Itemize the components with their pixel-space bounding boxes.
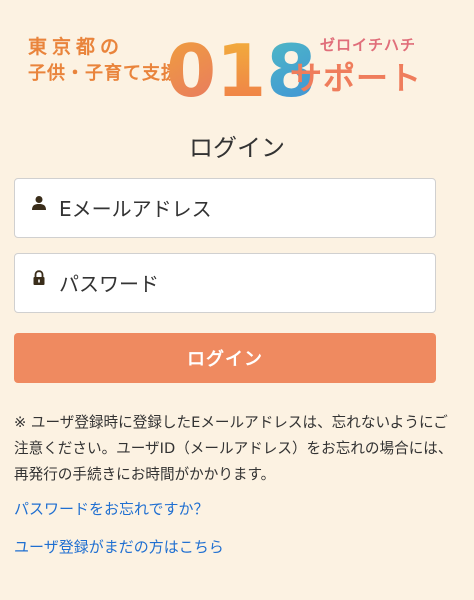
- logo-line2: 子供・子育て支援: [28, 62, 180, 84]
- logo-digit: 0: [166, 30, 216, 106]
- logo-digit: 1: [216, 30, 266, 106]
- lock-icon: [33, 270, 45, 285]
- logo-line1: 東京都の: [28, 36, 125, 58]
- logo-kana-small: ゼロイチハチ: [320, 36, 417, 54]
- logo-support: サポート: [290, 59, 423, 97]
- logo-text-left: 東京都の 子供・子育て支援: [28, 36, 180, 84]
- logo-text-right: ゼロイチハチ サポート: [290, 34, 422, 99]
- notice-text: ※ ユーザ登録時に登録したEメールアドレスは、忘れないようにご注意ください。ユー…: [14, 414, 453, 483]
- forgot-password-link[interactable]: パスワードをお忘れですか？: [14, 498, 209, 519]
- email-input[interactable]: [59, 193, 419, 225]
- email-field[interactable]: [14, 178, 436, 238]
- logo: 東京都の 子供・子育て支援 018 ゼロイチハチ サポート: [28, 30, 448, 106]
- register-link[interactable]: ユーザ登録がまだの方はこちら: [14, 536, 224, 557]
- password-input[interactable]: [59, 268, 419, 300]
- page-title: ログイン: [189, 134, 285, 162]
- password-field[interactable]: [14, 253, 436, 313]
- user-icon: [32, 196, 46, 210]
- login-button[interactable]: ログイン: [14, 333, 436, 383]
